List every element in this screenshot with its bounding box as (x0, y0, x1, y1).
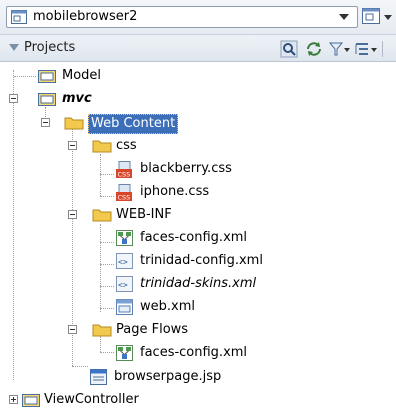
tree-item-mvc[interactable]: mvc (0, 88, 396, 110)
collapse-toggle[interactable] (41, 118, 50, 127)
application-name: mobilebrowser2 (33, 9, 138, 24)
tree-item-label: faces-config.xml (140, 230, 248, 245)
svg-text:CSS: CSS (118, 171, 131, 179)
expand-toggle[interactable] (9, 395, 18, 404)
sync-icon[interactable] (305, 40, 323, 62)
svg-text:<>: <> (118, 281, 128, 290)
application-selector[interactable]: mobilebrowser2 (6, 6, 358, 28)
tree-item-css[interactable]: css (0, 135, 396, 157)
tree-item-model[interactable]: Model (0, 65, 396, 87)
tree-item-faces-config[interactable]: faces-config.xml (0, 227, 396, 249)
tree-item-viewcontroller[interactable]: ViewController (0, 389, 396, 411)
tree-item-blackberry-css[interactable]: CSS blackberry.css (0, 158, 396, 180)
panel-title: Projects (24, 40, 76, 55)
tree-item-label: Page Flows (116, 322, 189, 337)
tree-item-trinidad-config[interactable]: <> trinidad-config.xml (0, 250, 396, 272)
collapse-toggle[interactable] (9, 94, 18, 103)
collapse-toggle[interactable] (68, 141, 77, 150)
toolbar-separator (382, 41, 383, 57)
collapse-panel-icon[interactable] (9, 44, 19, 51)
filter-icon[interactable] (328, 40, 344, 62)
chevron-down-icon[interactable] (371, 48, 377, 52)
tree-options-icon[interactable] (354, 40, 370, 62)
navigator-layout-icon[interactable] (362, 8, 380, 28)
search-icon[interactable] (280, 40, 298, 62)
tree-item-faces-config-pageflows[interactable]: faces-config.xml (0, 342, 396, 364)
tree-item-browserpage[interactable]: browserpage.jsp (0, 366, 396, 388)
svg-text:CSS: CSS (118, 194, 131, 202)
tree-item-web-inf[interactable]: WEB-INF (0, 204, 396, 226)
tree-item-label: web.xml (140, 299, 195, 314)
tree-item-label: Model (62, 68, 102, 83)
tree-item-page-flows[interactable]: Page Flows (0, 319, 396, 341)
tree-item-label: ViewController (44, 392, 139, 407)
tree-item-label: css (116, 138, 137, 153)
application-icon (11, 10, 27, 28)
tree-item-label: Web Content (88, 114, 179, 134)
project-tree: Model mvc Web Content css CSS blackberry… (0, 62, 396, 407)
project-folder-icon (22, 392, 40, 416)
svg-text:<>: <> (118, 258, 128, 267)
collapse-toggle[interactable] (68, 210, 77, 219)
tree-item-web-xml[interactable]: web.xml (0, 296, 396, 318)
chevron-down-icon[interactable] (344, 48, 350, 52)
projects-panel-header: Projects (0, 34, 396, 62)
tree-item-label: blackberry.css (140, 161, 232, 176)
tree-item-label: iphone.css (140, 184, 210, 199)
chevron-down-icon[interactable] (339, 14, 349, 20)
tree-item-label: trinidad-skins.xml (140, 276, 257, 291)
tree-item-label: WEB-INF (116, 207, 172, 222)
tree-item-label: trinidad-config.xml (140, 253, 263, 268)
tree-item-label: mvc (62, 91, 92, 106)
tree-item-label: faces-config.xml (140, 345, 248, 360)
tree-item-label: browserpage.jsp (114, 369, 222, 384)
tree-item-iphone-css[interactable]: CSS iphone.css (0, 181, 396, 203)
collapse-toggle[interactable] (68, 325, 77, 334)
tree-item-web-content[interactable]: Web Content (0, 112, 396, 134)
application-bar: mobilebrowser2 (0, 0, 396, 34)
chevron-down-icon[interactable] (384, 15, 392, 20)
tree-item-trinidad-skins[interactable]: <> trinidad-skins.xml (0, 273, 396, 295)
